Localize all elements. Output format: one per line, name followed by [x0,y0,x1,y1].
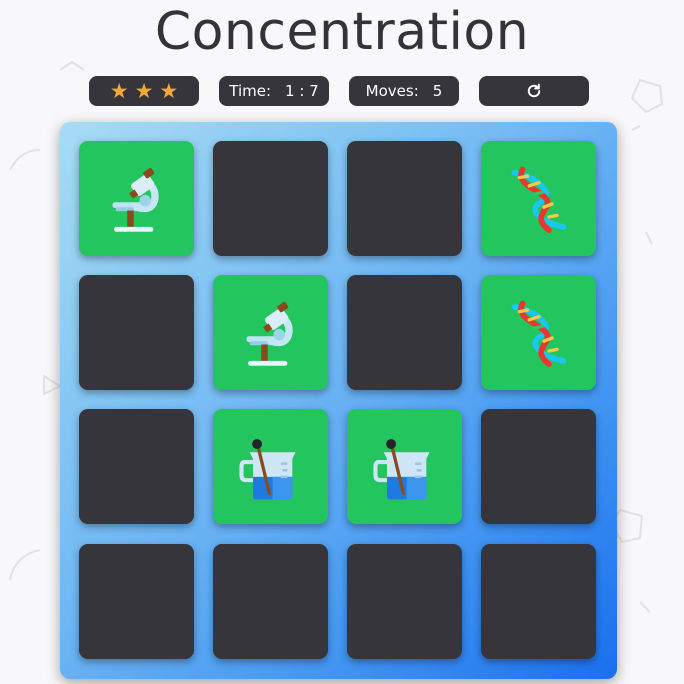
card-face-down[interactable] [481,544,596,659]
card-face-down[interactable] [213,141,328,256]
card-face-up[interactable] [347,409,462,524]
beaker-icon [372,438,430,500]
microscope-icon [111,167,159,232]
card-face-down[interactable] [347,544,462,659]
page-title: Concentration [154,2,530,62]
card-face-up[interactable] [213,409,328,524]
move-counter: Moves: 5 [349,76,459,106]
star-icon: ★ [159,78,179,103]
star-icon: ★ [134,78,154,103]
card-face-up[interactable] [79,141,194,256]
card-face-down[interactable] [481,409,596,524]
star-icon: ★ [109,78,129,103]
card-face-down[interactable] [347,275,462,390]
timer-label: Time: [229,82,272,100]
star-rating: ★ ★ ★ [89,76,199,106]
card-grid [60,122,617,679]
moves-label: Moves: [365,82,419,100]
card-face-up[interactable] [481,275,596,390]
restart-icon [527,83,541,98]
card-face-down[interactable] [347,141,462,256]
dna-icon [511,300,566,367]
dna-icon [511,166,566,233]
card-face-down[interactable] [79,409,194,524]
card-face-down[interactable] [79,544,194,659]
moves-value: 5 [432,82,443,100]
card-face-up[interactable] [213,275,328,390]
timer-value: 1 : 7 [285,82,319,100]
restart-button[interactable] [479,76,589,106]
card-face-down[interactable] [213,544,328,659]
card-face-down[interactable] [79,275,194,390]
beaker-icon [238,438,296,500]
timer: Time: 1 : 7 [219,76,329,106]
microscope-icon [245,301,293,366]
card-face-up[interactable] [481,141,596,256]
